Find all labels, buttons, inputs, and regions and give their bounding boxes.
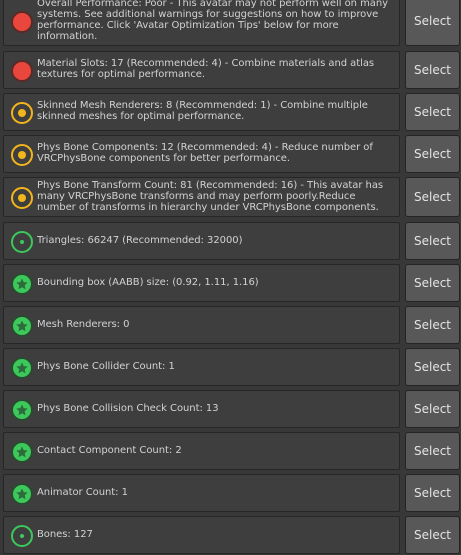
- message-text: Triangles: 66247 (Recommended: 32000): [37, 235, 243, 246]
- green-star-icon: [11, 441, 33, 463]
- message-box: Bounding box (AABB) size: (0.92, 1.11, 1…: [3, 264, 400, 302]
- green-star-icon: [11, 357, 33, 379]
- select-button[interactable]: Select: [405, 348, 460, 386]
- select-button[interactable]: Select: [405, 390, 460, 428]
- performance-row: Animator Count: 1 Select: [0, 474, 461, 512]
- performance-row: Material Slots: 17 (Recommended: 4) - Co…: [0, 51, 461, 89]
- performance-row: Skinned Mesh Renderers: 8 (Recommended: …: [0, 93, 461, 131]
- message-box: Phys Bone Components: 12 (Recommended: 4…: [3, 135, 400, 173]
- message-text: Mesh Renderers: 0: [37, 319, 130, 330]
- message-text: Phys Bone Transform Count: 81 (Recommend…: [37, 180, 384, 213]
- select-button[interactable]: Select: [405, 432, 460, 470]
- message-box: Mesh Renderers: 0: [3, 306, 400, 344]
- performance-row: Phys Bone Components: 12 (Recommended: 4…: [0, 135, 461, 173]
- message-text: Animator Count: 1: [37, 487, 128, 498]
- green-info-icon: [11, 525, 33, 547]
- message-box: Phys Bone Transform Count: 81 (Recommend…: [3, 177, 400, 217]
- message-text: Phys Bone Collider Count: 1: [37, 361, 175, 372]
- message-text: Bones: 127: [37, 529, 93, 540]
- message-text: Bounding box (AABB) size: (0.92, 1.11, 1…: [37, 277, 259, 288]
- message-box: Triangles: 66247 (Recommended: 32000): [3, 222, 400, 260]
- performance-row: Triangles: 66247 (Recommended: 32000) Sel…: [0, 222, 461, 260]
- yellow-warning-icon: [11, 144, 33, 166]
- select-button[interactable]: Select: [405, 222, 460, 260]
- select-button[interactable]: Select: [405, 0, 460, 46]
- message-text: Overall Performance: Poor - This avatar …: [37, 0, 389, 42]
- performance-warnings-list: Overall Performance: Poor - This avatar …: [0, 0, 461, 555]
- green-star-icon: [11, 315, 33, 337]
- select-button[interactable]: Select: [405, 306, 460, 344]
- performance-row: Contact Component Count: 2 Select: [0, 432, 461, 470]
- select-button[interactable]: Select: [405, 177, 460, 217]
- red-error-icon: [11, 11, 33, 33]
- message-box: Skinned Mesh Renderers: 8 (Recommended: …: [3, 93, 400, 131]
- green-star-icon: [11, 483, 33, 505]
- select-button[interactable]: Select: [405, 264, 460, 302]
- message-box: Animator Count: 1: [3, 474, 400, 512]
- yellow-warning-icon: [11, 187, 33, 209]
- performance-row: Overall Performance: Poor - This avatar …: [0, 0, 461, 46]
- select-button[interactable]: Select: [405, 135, 460, 173]
- yellow-warning-icon: [11, 102, 33, 124]
- performance-row: Phys Bone Collision Check Count: 13 Selec…: [0, 390, 461, 428]
- message-text: Phys Bone Components: 12 (Recommended: 4…: [37, 142, 373, 164]
- performance-row: Phys Bone Collider Count: 1 Select: [0, 348, 461, 386]
- performance-row: Bounding box (AABB) size: (0.92, 1.11, 1…: [0, 264, 461, 302]
- red-error-icon: [11, 60, 33, 82]
- select-button[interactable]: Select: [405, 51, 460, 89]
- performance-row: Phys Bone Transform Count: 81 (Recommend…: [0, 177, 461, 217]
- message-box: Phys Bone Collision Check Count: 13: [3, 390, 400, 428]
- message-box: Phys Bone Collider Count: 1: [3, 348, 400, 386]
- select-button[interactable]: Select: [405, 516, 460, 554]
- green-info-icon: [11, 231, 33, 253]
- message-box: Material Slots: 17 (Recommended: 4) - Co…: [3, 51, 400, 89]
- message-text: Skinned Mesh Renderers: 8 (Recommended: …: [37, 100, 368, 122]
- message-box: Contact Component Count: 2: [3, 432, 400, 470]
- message-box: Overall Performance: Poor - This avatar …: [3, 0, 400, 46]
- performance-row: Mesh Renderers: 0 Select: [0, 306, 461, 344]
- message-box: Bones: 127: [3, 516, 400, 554]
- message-text: Contact Component Count: 2: [37, 445, 182, 456]
- performance-row: Bones: 127 Select: [0, 516, 461, 554]
- message-text: Material Slots: 17 (Recommended: 4) - Co…: [37, 58, 375, 80]
- select-button[interactable]: Select: [405, 93, 460, 131]
- green-star-icon: [11, 273, 33, 295]
- green-star-icon: [11, 399, 33, 421]
- select-button[interactable]: Select: [405, 474, 460, 512]
- message-text: Phys Bone Collision Check Count: 13: [37, 403, 219, 414]
